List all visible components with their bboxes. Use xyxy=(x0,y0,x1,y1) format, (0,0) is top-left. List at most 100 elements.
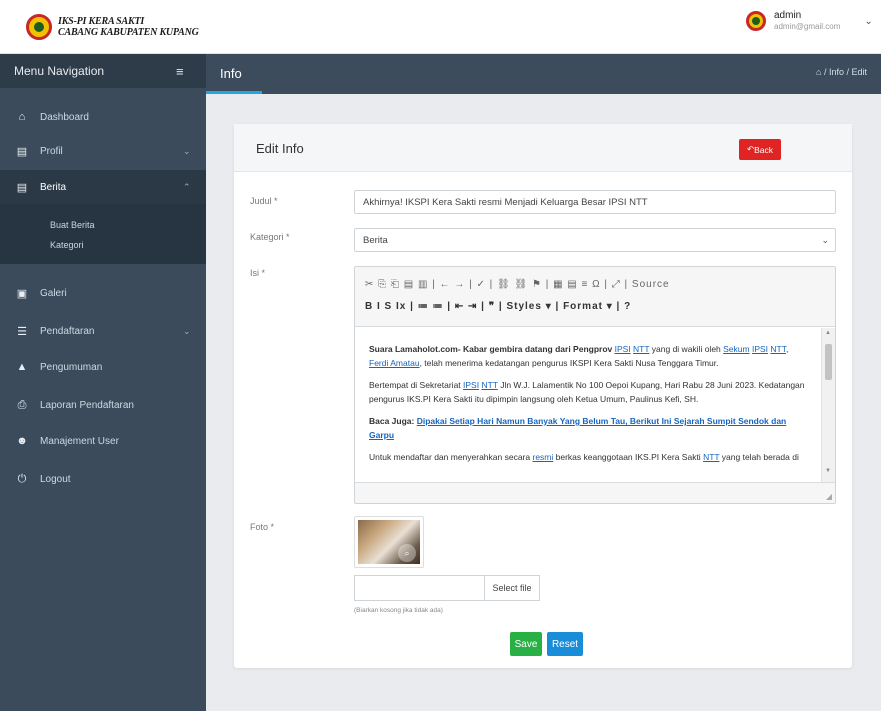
sidebar-item-berita[interactable]: ▤ Berita ⌃ xyxy=(0,170,206,204)
content-paragraph-1: Suara Lamaholot.com- Kabar gembira datan… xyxy=(369,342,807,370)
content-header: Info ⌂ / Info / Edit xyxy=(206,54,881,94)
sidebar-item-label: Laporan Pendaftaran xyxy=(40,399,134,411)
save-button[interactable]: Save xyxy=(510,632,542,656)
link[interactable]: NTT xyxy=(481,380,497,390)
user-name: admin xyxy=(774,10,802,21)
foto-label: Foto * xyxy=(250,522,275,532)
chevron-down-icon[interactable]: ⌄ xyxy=(864,16,872,27)
photo-image: ⌕ xyxy=(358,520,420,564)
brand-text: IKS-PI KERA SAKTI CABANG KABUPATEN KUPAN… xyxy=(58,16,199,38)
sidebar-heading: Menu Navigation xyxy=(14,64,105,78)
list-icon: ☰ xyxy=(17,325,27,338)
sidebar-item-pengumuman[interactable]: ▲ Pengumuman xyxy=(0,350,206,384)
link[interactable]: Sekum xyxy=(723,344,749,354)
scroll-up-icon[interactable]: ▲ xyxy=(825,330,831,336)
resize-handle-icon[interactable]: ◢ xyxy=(826,492,832,501)
back-label: Back xyxy=(754,144,774,155)
editor-content[interactable]: Suara Lamaholot.com- Kabar gembira datan… xyxy=(355,328,835,482)
link[interactable]: resmi xyxy=(532,452,553,462)
warning-icon: ▲ xyxy=(16,361,28,373)
chevron-down-icon: ⌄ xyxy=(183,145,191,156)
user-menu[interactable]: admin admin@gmail.com ⌄ xyxy=(746,10,873,32)
zoom-icon[interactable]: ⌕ xyxy=(398,544,416,562)
judul-label: Judul * xyxy=(250,196,278,206)
brand-emblem-icon xyxy=(26,14,52,40)
text: yang telah berada di xyxy=(719,452,799,462)
back-button[interactable]: ↶ Back xyxy=(739,139,781,160)
content-paragraph-2: Bertempat di Sekretariat IPSI NTT Jln W.… xyxy=(369,378,807,406)
judul-input[interactable]: Akhirnya! IKSPI Kera Sakti resmi Menjadi… xyxy=(354,190,836,214)
file-input[interactable] xyxy=(354,575,484,601)
brand-line-1: IKS-PI KERA SAKTI xyxy=(58,16,145,27)
sidebar-item-profil[interactable]: ▤ Profil ⌄ xyxy=(0,134,206,168)
sidebar-item-label: Galeri xyxy=(40,287,67,299)
link[interactable]: IPSI xyxy=(615,344,631,354)
sidebar-item-label: Logout xyxy=(40,473,71,485)
link[interactable]: Ferdi Amatau xyxy=(369,358,420,368)
sidebar-item-dashboard[interactable]: ⌂ Dashboard xyxy=(0,100,206,134)
home-icon[interactable]: ⌂ xyxy=(816,67,821,77)
chevron-down-icon: ⌄ xyxy=(183,325,191,336)
chevron-up-icon: ⌃ xyxy=(183,181,191,192)
sidebar-item-logout[interactable]: ⏻ Logout xyxy=(0,462,206,496)
reset-button[interactable]: Reset xyxy=(547,632,583,656)
sidebar-item-pendaftaran[interactable]: ☰ Pendaftaran ⌄ xyxy=(0,314,206,348)
rich-text-editor[interactable]: ✂ ⎘ ⎗ ▤ ▥ | ← → | ✓ | ⛓ ⛓ ⚑ | ▦ ▤ ≡ Ω | … xyxy=(354,266,836,504)
top-header: IKS-PI KERA SAKTI CABANG KABUPATEN KUPAN… xyxy=(0,0,881,54)
photo-thumbnail[interactable]: ⌕ xyxy=(354,516,424,568)
print-icon: ⎙ xyxy=(17,398,27,411)
submenu-item-kategori[interactable]: Kategori xyxy=(50,240,84,250)
sidebar-item-manajement-user[interactable]: ☻ Manajement User xyxy=(0,424,206,458)
sidebar-item-laporan-pendaftaran[interactable]: ⎙ Laporan Pendaftaran xyxy=(0,388,206,422)
sidebar: Menu Navigation ≡ ⌂ Dashboard ▤ Profil ⌄… xyxy=(0,54,206,711)
kategori-select[interactable]: Berita ⌄ xyxy=(354,228,836,252)
menu-toggle-icon[interactable]: ≡ xyxy=(176,64,184,79)
editor-scrollbar[interactable]: ▲ ▼ xyxy=(821,328,835,482)
home-icon: ⌂ xyxy=(18,111,26,123)
card-title: Edit Info xyxy=(256,141,304,156)
link[interactable]: NTT xyxy=(703,452,719,462)
text: Bertempat di Sekretariat xyxy=(369,380,464,390)
edit-info-card: Edit Info ↶ Back Judul * Akhirnya! IKSPI… xyxy=(234,124,852,668)
users-icon: ☻ xyxy=(16,435,28,447)
link[interactable]: NTT xyxy=(770,344,786,354)
brand-line-2: CABANG KABUPATEN KUPANG xyxy=(58,27,199,38)
editor-footer: ◢ xyxy=(355,482,835,503)
sidebar-item-label: Pendaftaran xyxy=(40,325,95,337)
power-icon: ⏻ xyxy=(17,472,27,485)
text: , xyxy=(786,344,789,354)
text: , telah menerima kedatangan pengurus IKS… xyxy=(419,358,719,368)
page-title: Info xyxy=(220,66,242,81)
sidebar-item-galeri[interactable]: ▣ Galeri xyxy=(0,276,206,310)
breadcrumb: ⌂ / Info / Edit xyxy=(816,67,867,77)
text: Suara Lamaholot.com- Kabar gembira datan… xyxy=(369,344,615,354)
scrollbar-thumb[interactable] xyxy=(825,344,832,380)
toolbar-row-2[interactable]: B I S Ix | ≔ ≔ | ⇤ ⇥ | ❞ | Styles ▾ | Fo… xyxy=(365,301,631,312)
document-icon: ▤ xyxy=(16,145,28,158)
card-header: Edit Info ↶ Back xyxy=(234,124,852,172)
link[interactable]: IPSI xyxy=(752,344,768,354)
text: Baca Juga: xyxy=(369,416,417,426)
scroll-down-icon[interactable]: ▼ xyxy=(825,468,831,474)
sidebar-item-label: Berita xyxy=(40,181,67,193)
sidebar-item-label: Profil xyxy=(40,145,63,157)
link[interactable]: NTT xyxy=(633,344,649,354)
sidebar-item-label: Pengumuman xyxy=(40,361,103,373)
submenu-item-buat-berita[interactable]: Buat Berita xyxy=(50,220,95,230)
text: Untuk mendaftar dan menyerahkan secara xyxy=(369,452,533,462)
avatar xyxy=(746,11,766,31)
content-paragraph-3: Baca Juga: Dipakai Setiap Hari Namun Ban… xyxy=(369,414,807,442)
link[interactable]: IPSI xyxy=(463,380,479,390)
image-icon: ▣ xyxy=(16,287,28,300)
brand-logo-link[interactable]: IKS-PI KERA SAKTI CABANG KABUPATEN KUPAN… xyxy=(26,6,199,48)
toolbar-row-1[interactable]: ✂ ⎘ ⎗ ▤ ▥ | ← → | ✓ | ⛓ ⛓ ⚑ | ▦ ▤ ≡ Ω | … xyxy=(365,279,670,290)
chevron-down-icon: ⌄ xyxy=(821,235,829,245)
breadcrumb-text: / Info / Edit xyxy=(823,67,867,77)
user-info: admin admin@gmail.com xyxy=(774,10,840,32)
berita-submenu: Buat Berita Kategori xyxy=(0,204,206,264)
file-hint: (Biarkan kosong jika tidak ada) xyxy=(354,607,443,614)
kategori-value: Berita xyxy=(363,234,388,246)
link[interactable]: Dipakai Setiap Hari Namun Banyak Yang Be… xyxy=(369,416,786,440)
select-file-button[interactable]: Select file xyxy=(484,575,540,601)
isi-label: Isi * xyxy=(250,268,266,278)
